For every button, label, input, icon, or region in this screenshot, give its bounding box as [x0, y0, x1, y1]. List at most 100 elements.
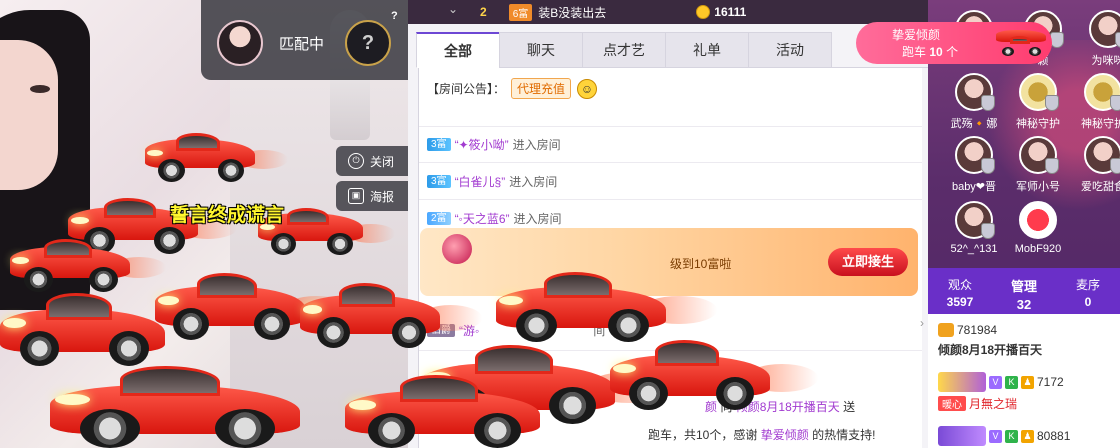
rank-line: 781984 — [938, 323, 997, 337]
race-car-animation — [145, 118, 288, 182]
shield-icon — [981, 223, 995, 239]
rank-name[interactable]: 倾颜8月18开播百天 — [938, 341, 1042, 358]
avatar — [1019, 136, 1059, 174]
chevron-right-icon[interactable]: › — [920, 316, 924, 330]
shield-icon — [1050, 32, 1064, 48]
divider — [419, 199, 922, 200]
shield-icon — [981, 158, 995, 174]
medal-icon — [938, 372, 986, 392]
gift-count: 10 — [929, 45, 943, 59]
notice-label: 【房间公告】： — [427, 82, 506, 96]
vip-seat[interactable]: MobF920 — [1008, 201, 1068, 255]
tab-activity[interactable]: 活动 — [748, 32, 832, 68]
admin-value: 32 — [1016, 297, 1032, 312]
tab-talent[interactable]: 点才艺 — [582, 32, 666, 68]
close-video-button[interactable]: ⏻ 关闭 — [336, 146, 408, 176]
help-icon[interactable]: ? — [391, 10, 398, 22]
divider — [419, 126, 922, 127]
race-car-animation — [610, 318, 818, 410]
avatar — [955, 201, 995, 239]
vip-seat[interactable]: 神秘守护 — [1073, 73, 1120, 131]
user-badge-icon: ♟ — [1021, 429, 1034, 443]
race-car-icon — [996, 30, 1046, 56]
chat-action: 进入房间 — [513, 212, 562, 226]
empty-match-slot[interactable]: ? — [345, 20, 391, 66]
host-avatar[interactable] — [217, 20, 263, 66]
thanks-prefix: 跑车，共10个，感谢 — [648, 428, 758, 442]
thanks-user[interactable]: 挚爱倾颜 — [761, 428, 809, 442]
vip-name: 军师小号 — [1016, 181, 1060, 193]
vip-seat[interactable]: 武殇🔸娜 — [944, 73, 1004, 131]
go-now-button[interactable]: 立即接生 — [828, 248, 908, 276]
rank-value: 80881 — [1037, 429, 1071, 443]
vip-seat[interactable]: 52^_^131 — [944, 201, 1004, 255]
thanks-message: 跑车，共10个，感谢 挚爱倾颜 的热情支持! — [648, 426, 875, 443]
admin-stat[interactable]: 管理 32 — [992, 268, 1056, 314]
gift-unit: 个 — [946, 45, 959, 59]
mic-queue-stat[interactable]: 麦序 0 — [1056, 268, 1120, 314]
close-label: 关闭 — [370, 154, 395, 169]
tab-gift-list[interactable]: 礼单 — [665, 32, 749, 68]
vip-name: 神秘守护 — [1081, 118, 1120, 130]
race-car-animation — [345, 352, 540, 448]
rank-name[interactable]: 月無之瑞 — [969, 395, 1017, 412]
vip-seat[interactable]: 神秘守护 — [1008, 73, 1068, 131]
rich-badge: 3富 — [427, 138, 451, 151]
race-car-gift-badge[interactable]: 挚爱倾颜 跑车 10 个 — [856, 22, 1052, 64]
avatar — [1084, 136, 1120, 174]
race-car-animation — [50, 340, 300, 448]
agent-recharge-link[interactable]: 代理充值 — [511, 78, 572, 99]
v-badge-icon: V — [989, 375, 1002, 389]
vip-seat[interactable]: baby❤晋 — [944, 136, 1004, 194]
right-chat-list[interactable]: 781984 倾颜8月18开播百天 V K ♟ 7172 暖心 月無之瑞 V K… — [928, 314, 1120, 448]
gem-icon — [442, 234, 472, 264]
song-lyric: 誓言终成谎言 — [170, 205, 285, 226]
chat-action: 进入房间 — [509, 175, 558, 189]
shield-icon — [1045, 158, 1059, 174]
room-stats: 观众 3597 管理 32 麦序 0 — [928, 268, 1120, 314]
rank-value: 7172 — [1037, 375, 1064, 389]
gift-verb: 送 — [843, 400, 856, 414]
coin-value: 16111 — [714, 5, 747, 19]
shield-icon — [1110, 158, 1120, 174]
vip-name: MobF920 — [1014, 243, 1062, 255]
avatar — [1089, 10, 1120, 48]
chat-action: 进入房间 — [512, 138, 561, 152]
chat-username[interactable]: “◦天之蓝6” — [455, 210, 510, 227]
tab-all[interactable]: 全部 — [416, 32, 500, 68]
rank-line: V K ♟ 7172 — [938, 372, 1064, 392]
heart-tag: 暖心 — [938, 396, 966, 411]
tab-chat[interactable]: 聊天 — [499, 32, 583, 68]
match-panel: 匹配中 ? ? — [201, 0, 408, 80]
shield-icon — [1045, 95, 1059, 111]
gift-sender-name: 挚爱倾颜 — [892, 28, 941, 42]
streamer-face — [0, 40, 58, 190]
avatar — [955, 136, 995, 174]
chat-entry: 3富 “白雀儿§” 进入房间 — [427, 173, 557, 190]
rank-line: V K ♟ 80881 — [938, 426, 1070, 446]
power-icon: ⏻ — [348, 153, 364, 169]
vip-seat[interactable]: 军师小号 — [1008, 136, 1068, 194]
rich-badge: 2富 — [427, 212, 451, 225]
chat-username[interactable]: “白雀儿§” — [455, 173, 506, 190]
coin-icon — [696, 5, 711, 19]
vip-seat[interactable]: 爱吃甜食 — [1073, 136, 1120, 194]
vip-name: 神秘守护 — [1016, 118, 1060, 130]
chat-tabs: 全部 聊天 点才艺 礼单 活动 — [416, 32, 928, 68]
vip-seat[interactable]: 为咪咪 — [1078, 10, 1120, 68]
thanks-suffix: 的热情支持! — [812, 428, 876, 442]
rank-name-line: 暖心 月無之瑞 — [938, 395, 1017, 412]
rich-badge: 3富 — [427, 175, 451, 188]
divider — [419, 162, 922, 163]
user-badge-icon: ♟ — [1021, 375, 1034, 389]
race-car-animation — [155, 252, 350, 340]
chevron-down-icon[interactable]: ⌄ — [448, 2, 458, 16]
vip-name: 爱吃甜食 — [1081, 181, 1120, 193]
avatar — [1019, 201, 1057, 239]
chat-entry: 2富 “◦天之蓝6” 进入房间 — [427, 210, 562, 227]
audience-stat[interactable]: 观众 3597 — [928, 268, 992, 314]
race-car-animation — [300, 262, 482, 348]
rank-value: 781984 — [957, 323, 998, 337]
level-number: 2 — [480, 5, 487, 19]
chat-username[interactable]: “✦筱小呦” — [455, 136, 509, 153]
